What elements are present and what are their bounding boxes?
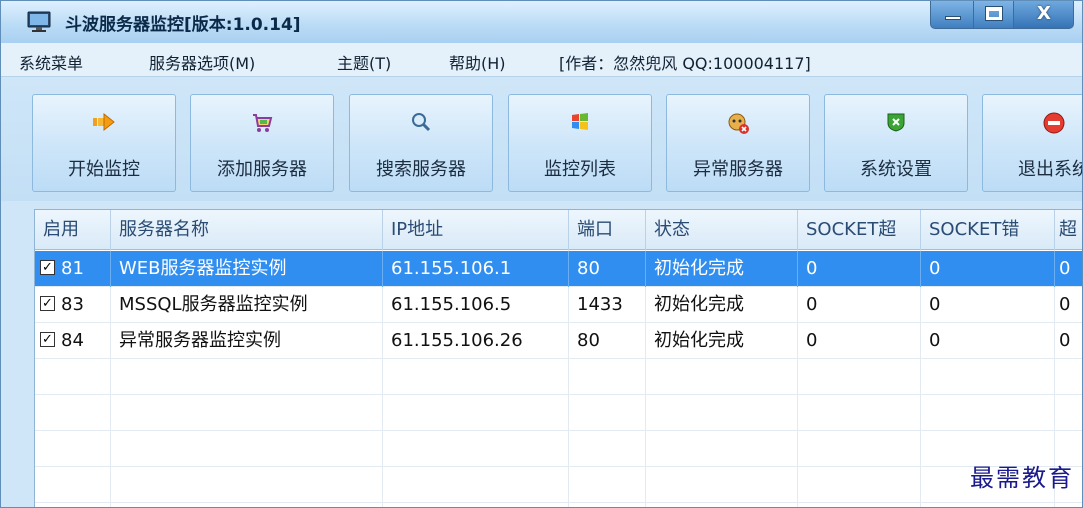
col-header-name[interactable]: 服务器名称 (111, 210, 383, 250)
extra-count: 0 (1055, 251, 1082, 287)
enabled-cell: ✓ 81 (35, 251, 111, 287)
watermark-text: 最需教育 (970, 464, 1074, 492)
table-row[interactable]: ✓ 83 MSSQL服务器监控实例 61.155.106.5 1433 初始化完… (35, 287, 1082, 323)
server-ip: 61.155.106.26 (383, 323, 569, 359)
col-header-enabled[interactable]: 启用 (35, 210, 111, 250)
server-port: 80 (569, 251, 646, 287)
socket-error-count: 0 (921, 251, 1055, 287)
author-info: [作者：忽然兜风 QQ:100004117] (559, 54, 811, 73)
enabled-cell: ✓ 83 (35, 287, 111, 323)
col-header-status[interactable]: 状态 (646, 210, 798, 250)
start-monitor-button[interactable]: 开始监控 (32, 94, 176, 192)
exit-stop-icon (983, 111, 1082, 139)
empty-row (35, 359, 1082, 395)
maximize-button[interactable] (974, 1, 1014, 29)
col-header-socket-timeout[interactable]: SOCKET超 (798, 210, 921, 250)
abnormal-server-label: 异常服务器 (693, 159, 783, 180)
server-name: 异常服务器监控实例 (111, 323, 383, 359)
empty-row (35, 467, 1082, 503)
empty-row (35, 431, 1082, 467)
col-header-port[interactable]: 端口 (569, 210, 646, 250)
socket-timeout-count: 0 (798, 323, 921, 359)
server-ip: 61.155.106.5 (383, 287, 569, 323)
server-status: 初始化完成 (646, 251, 798, 287)
socket-timeout-count: 0 (798, 251, 921, 287)
magnifier-icon (350, 111, 492, 139)
server-error-icon (667, 111, 809, 139)
server-ip: 61.155.106.1 (383, 251, 569, 287)
enabled-checkbox[interactable]: ✓ (40, 296, 55, 311)
grid-header: 启用 服务器名称 IP地址 端口 状态 SOCKET超 SOCKET错 超 (35, 210, 1082, 250)
monitor-list-button[interactable]: 监控列表 (508, 94, 652, 192)
col-header-extra[interactable]: 超 (1055, 210, 1082, 250)
monitor-app-icon (27, 11, 51, 32)
col-header-socket-error[interactable]: SOCKET错 (921, 210, 1055, 250)
enabled-checkbox[interactable]: ✓ (40, 260, 55, 275)
app-window: 斗波服务器监控[版本:1.0.14] X 系统菜单 服务器选项(M) 主题(T)… (0, 0, 1083, 508)
col-header-ip[interactable]: IP地址 (383, 210, 569, 250)
window-controls: X (930, 1, 1074, 31)
exit-system-button[interactable]: 退出系统 (982, 94, 1083, 192)
socket-timeout-count: 0 (798, 287, 921, 323)
window-title: 斗波服务器监控[版本:1.0.14] (65, 15, 301, 35)
server-name: MSSQL服务器监控实例 (111, 287, 383, 323)
settings-shield-icon (825, 111, 967, 139)
socket-error-count: 0 (921, 287, 1055, 323)
toolbar: 开始监控 添加服务器 搜索服务器 监控列表 异常服务器 系统设置 退出系统 (1, 77, 1083, 201)
server-port: 1433 (569, 287, 646, 323)
enabled-checkbox[interactable]: ✓ (40, 332, 55, 347)
table-row[interactable]: ✓ 84 异常服务器监控实例 61.155.106.26 80 初始化完成 0 … (35, 323, 1082, 359)
cart-add-icon (191, 111, 333, 139)
system-settings-button[interactable]: 系统设置 (824, 94, 968, 192)
add-server-label: 添加服务器 (217, 159, 307, 180)
title-bar[interactable]: 斗波服务器监控[版本:1.0.14] X (1, 1, 1082, 43)
enabled-cell: ✓ 84 (35, 323, 111, 359)
empty-row (35, 395, 1082, 431)
minimize-icon (945, 16, 961, 20)
server-name: WEB服务器监控实例 (111, 251, 383, 287)
windows-flag-icon (509, 111, 651, 139)
exit-system-label: 退出系统 (1018, 159, 1083, 180)
search-server-button[interactable]: 搜索服务器 (349, 94, 493, 192)
extra-count: 0 (1055, 287, 1082, 323)
extra-count: 0 (1055, 323, 1082, 359)
system-settings-label: 系统设置 (860, 159, 932, 180)
menu-system[interactable]: 系统菜单 (19, 50, 83, 74)
search-server-label: 搜索服务器 (376, 159, 466, 180)
start-arrow-icon (33, 111, 175, 139)
menu-theme[interactable]: 主题(T) (337, 50, 391, 74)
start-monitor-label: 开始监控 (68, 159, 140, 180)
server-grid[interactable]: 启用 服务器名称 IP地址 端口 状态 SOCKET超 SOCKET错 超 ✓ … (34, 209, 1082, 507)
server-id: 83 (61, 294, 84, 315)
server-status: 初始化完成 (646, 287, 798, 323)
socket-error-count: 0 (921, 323, 1055, 359)
maximize-icon (985, 6, 1003, 21)
server-status: 初始化完成 (646, 323, 798, 359)
server-port: 80 (569, 323, 646, 359)
menu-bar: 系统菜单 服务器选项(M) 主题(T) 帮助(H) [作者：忽然兜风 QQ:10… (1, 43, 1082, 77)
menu-help[interactable]: 帮助(H) (449, 50, 506, 74)
monitor-list-label: 监控列表 (544, 159, 616, 180)
minimize-button[interactable] (930, 1, 974, 29)
close-button[interactable]: X (1014, 1, 1074, 29)
server-id: 81 (61, 258, 84, 279)
menu-server-options[interactable]: 服务器选项(M) (149, 50, 255, 74)
abnormal-server-button[interactable]: 异常服务器 (666, 94, 810, 192)
table-row[interactable]: ✓ 81 WEB服务器监控实例 61.155.106.1 80 初始化完成 0 … (35, 251, 1082, 287)
close-icon: X (1037, 3, 1051, 24)
server-id: 84 (61, 330, 84, 351)
add-server-button[interactable]: 添加服务器 (190, 94, 334, 192)
